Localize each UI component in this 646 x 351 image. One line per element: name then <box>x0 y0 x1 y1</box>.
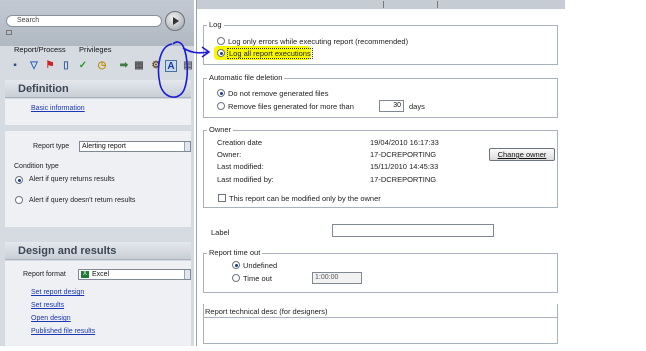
report-format-value: Excel <box>92 271 110 278</box>
owner-only-label: This report can be modified only by the … <box>229 194 381 203</box>
annotation-circle <box>157 41 189 98</box>
tab-privileges[interactable]: Privileges <box>79 45 112 54</box>
right-panel: Log Log only errors while executing repo… <box>196 0 565 346</box>
owner-row-label: Last modified: <box>217 162 264 171</box>
timeout-radio-undefined[interactable] <box>232 261 240 269</box>
header-divider <box>437 1 438 8</box>
change-owner-button[interactable]: Change owner <box>489 148 555 161</box>
definition-type-section: Report type Alerting report Condition ty… <box>5 131 191 227</box>
report-type-value: Alerting report <box>82 143 126 150</box>
resize-icon <box>6 30 12 35</box>
log-option-errors: Log only errors while executing report (… <box>228 37 409 46</box>
tech-desc-title: Report technical desc (for designers) <box>205 307 328 316</box>
owner-row-label: Creation date <box>217 138 263 147</box>
owner-row-value: 17-DCREPORTING <box>370 150 437 159</box>
condition-type-label: Condition type <box>14 163 59 170</box>
days-input[interactable]: 30 <box>379 100 404 112</box>
report-format-select[interactable]: X Excel <box>78 269 191 280</box>
auto-delete-radio-remove[interactable] <box>217 102 225 110</box>
auto-delete-option-remove: Remove files generated for more than <box>228 102 354 111</box>
chevron-down-icon <box>184 270 190 279</box>
report-format-label: Report format <box>23 271 66 278</box>
timeout-option-undefined: Undefined <box>243 261 278 270</box>
timeout-title: Report time out <box>207 248 263 257</box>
search-button[interactable] <box>165 11 185 31</box>
timeout-group <box>203 253 558 293</box>
log-title: Log <box>207 20 224 29</box>
label-title: Label <box>211 228 230 237</box>
days-label: days <box>409 102 425 111</box>
excel-icon: X <box>81 271 89 278</box>
timeout-radio-time[interactable] <box>232 274 240 282</box>
owner-row-value: 15/11/2010 14:45:33 <box>370 162 439 171</box>
auto-delete-group <box>203 78 558 118</box>
log-radio-errors[interactable] <box>217 37 225 45</box>
log-option-all: Log all report executions <box>227 48 313 59</box>
filter-icon[interactable]: ▽ <box>28 60 40 72</box>
annotation-arrow <box>182 46 210 58</box>
owner-row-label: Owner: <box>217 150 242 159</box>
annotation-overlay <box>157 41 210 98</box>
timeout-input[interactable]: 1:00:00 <box>312 272 362 284</box>
clock-icon[interactable]: ◷ <box>96 60 108 72</box>
report-type-select[interactable]: Alerting report <box>79 141 191 152</box>
document-icon[interactable]: ▪ <box>9 60 21 72</box>
set-report-design-link[interactable]: Set report design <box>31 289 84 296</box>
timeout-option-time: Time out <box>243 274 272 283</box>
schedule-icon[interactable]: ➡ <box>118 60 130 72</box>
published-file-results-link[interactable]: Published file results <box>31 328 95 335</box>
tech-desc-divider <box>203 317 558 318</box>
auto-delete-option-keep: Do not remove generated files <box>228 89 329 98</box>
search-input[interactable]: Search <box>6 15 162 27</box>
database-icon[interactable]: ▯ <box>60 60 72 72</box>
chevron-down-icon <box>184 142 190 151</box>
auto-delete-title: Automatic file deletion <box>207 73 285 82</box>
tab-report-process[interactable]: Report/Process <box>14 45 66 54</box>
flag-icon[interactable]: ⚑ <box>44 60 56 72</box>
owner-only-checkbox[interactable] <box>218 194 226 202</box>
condition-option-returns: Alert if query returns results <box>29 176 115 183</box>
basic-information-link[interactable]: Basic information <box>31 105 85 112</box>
condition-option-not-returns: Alert if query doesn't return results <box>29 197 136 204</box>
label-input[interactable] <box>332 224 494 237</box>
checkmark-icon[interactable]: ✓ <box>77 60 89 72</box>
owner-row-value: 17-DCREPORTING <box>370 175 437 184</box>
owner-title: Owner <box>207 125 234 134</box>
condition-radio-not-returns[interactable] <box>15 196 23 204</box>
set-results-link[interactable]: Set results <box>31 302 64 309</box>
right-header-strip <box>197 0 565 9</box>
open-design-link[interactable]: Open design <box>31 315 71 322</box>
header-divider <box>383 1 384 8</box>
condition-radio-returns[interactable] <box>15 176 23 184</box>
design-results-section: Report format X Excel Set report design … <box>5 261 191 346</box>
report-type-label: Report type <box>33 143 70 150</box>
table-icon[interactable]: ▦ <box>133 60 145 72</box>
log-radio-all[interactable] <box>217 49 225 57</box>
owner-row-value: 19/04/2010 16:17:33 <box>370 138 439 147</box>
design-results-header[interactable]: Design and results <box>5 242 191 260</box>
owner-row-label: Last modified by: <box>217 175 274 184</box>
auto-delete-radio-keep[interactable] <box>217 89 225 97</box>
